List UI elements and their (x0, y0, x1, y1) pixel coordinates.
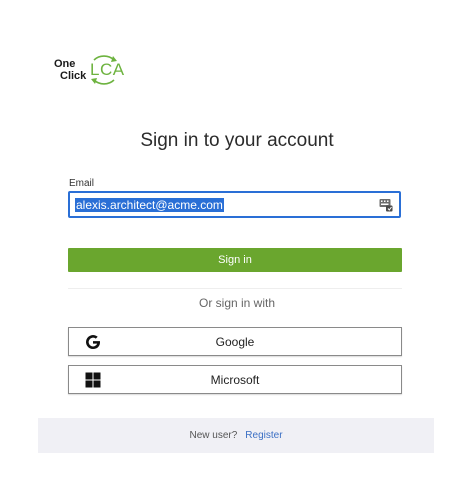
divider (68, 288, 402, 289)
page-title: Sign in to your account (140, 130, 334, 151)
sign-in-page: One Click LCA Sign in to your account Em… (0, 0, 474, 491)
keys-icon[interactable] (379, 198, 393, 212)
google-sign-in-button[interactable]: Google (68, 327, 402, 356)
email-field[interactable]: alexis.architect@acme.com (68, 191, 401, 218)
new-user-text: New user? (189, 430, 238, 441)
sign-in-button[interactable]: Sign in (68, 248, 402, 272)
microsoft-label: Microsoft (210, 373, 260, 387)
email-value[interactable]: alexis.architect@acme.com (75, 198, 224, 212)
footer-text: New user? Register (38, 429, 434, 442)
logo-text-click: Click (60, 70, 87, 82)
footer: New user? Register (38, 418, 434, 453)
logo-text-lca: LCA (90, 60, 125, 79)
register-link[interactable]: Register (245, 430, 282, 441)
google-label: Google (215, 335, 255, 349)
logo-text-one: One (54, 58, 76, 70)
email-label: Email (69, 178, 95, 189)
one-click-lca-logo: One Click LCA (54, 54, 124, 88)
microsoft-sign-in-button[interactable]: Microsoft (68, 365, 402, 394)
or-sign-in-with-text: Or sign in with (198, 296, 276, 310)
